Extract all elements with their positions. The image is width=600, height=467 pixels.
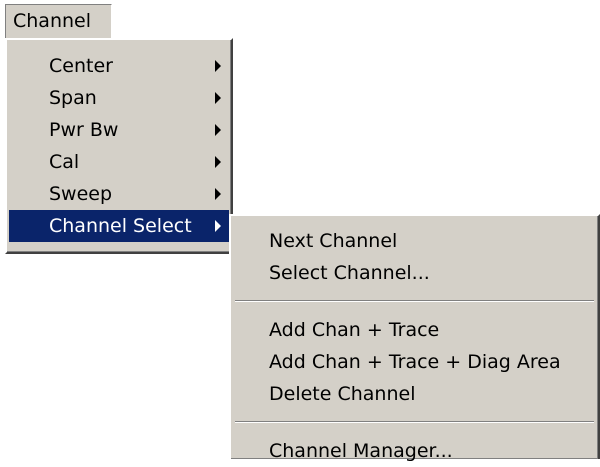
channel-menu: Center Span Pwr Bw Cal Sweep Channel Sel…: [5, 38, 233, 254]
menu-item-channel-manager[interactable]: Channel Manager...: [233, 435, 596, 467]
menu-item-label: Cal: [49, 151, 80, 173]
menu-item-center[interactable]: Center: [9, 50, 229, 82]
menu-item-delete-channel[interactable]: Delete Channel: [233, 378, 596, 410]
menu-item-pwr-bw[interactable]: Pwr Bw: [9, 114, 229, 146]
menu-item-label: Center: [49, 55, 113, 77]
menu-item-add-chan-trace-diag-area[interactable]: Add Chan + Trace + Diag Area: [233, 346, 596, 378]
submenu-arrow-icon: [215, 60, 221, 72]
submenu-arrow-icon: [215, 92, 221, 104]
menu-item-next-channel[interactable]: Next Channel: [233, 225, 596, 257]
submenu-arrow-icon: [215, 156, 221, 168]
channel-menu-header[interactable]: Channel: [5, 4, 112, 38]
submenu-arrow-icon: [215, 220, 221, 232]
submenu-arrow-icon: [215, 188, 221, 200]
menu-item-add-chan-trace[interactable]: Add Chan + Trace: [233, 314, 596, 346]
menu-item-select-channel[interactable]: Select Channel...: [233, 257, 596, 289]
menu-item-channel-select[interactable]: Channel Select: [9, 210, 229, 242]
menu-separator: [235, 300, 594, 302]
menu-separator: [235, 421, 594, 423]
submenu-arrow-icon: [215, 124, 221, 136]
menu-item-sweep[interactable]: Sweep: [9, 178, 229, 210]
menu-item-label: Sweep: [49, 183, 113, 205]
menu-item-label: Span: [49, 87, 97, 109]
menu-item-label: Channel Select: [49, 215, 192, 237]
channel-select-submenu: Next Channel Select Channel... Add Chan …: [229, 214, 600, 462]
menu-item-label: Pwr Bw: [49, 119, 119, 141]
menu-item-cal[interactable]: Cal: [9, 146, 229, 178]
menu-item-span[interactable]: Span: [9, 82, 229, 114]
